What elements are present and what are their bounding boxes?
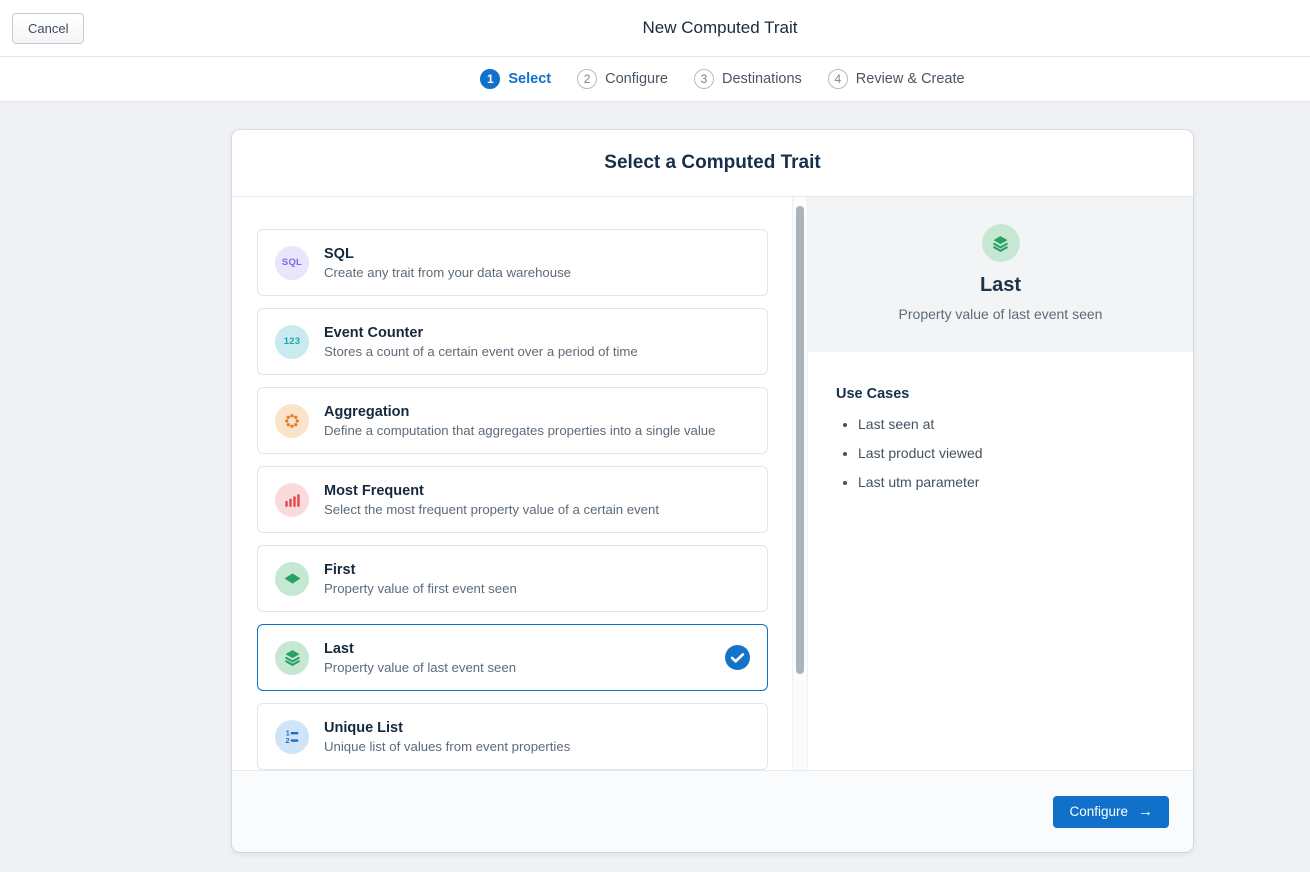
use-case-item: Last utm parameter bbox=[858, 474, 1165, 490]
configure-button[interactable]: Configure → bbox=[1053, 796, 1169, 828]
detail-title: Last bbox=[808, 274, 1193, 297]
trait-description: Select the most frequent property value … bbox=[324, 502, 659, 517]
trait-name: Most Frequent bbox=[324, 483, 659, 499]
trait-name: Aggregation bbox=[324, 404, 715, 420]
diamond-icon bbox=[275, 562, 309, 596]
step-number-badge: 2 bbox=[577, 69, 597, 89]
use-cases-title: Use Cases bbox=[836, 386, 1165, 402]
scrollbar-thumb[interactable] bbox=[796, 206, 804, 674]
cancel-button[interactable]: Cancel bbox=[12, 13, 84, 44]
sql-badge-icon: SQL bbox=[275, 246, 309, 280]
arrow-right-icon: → bbox=[1138, 804, 1153, 819]
trait-name: Event Counter bbox=[324, 325, 638, 341]
trait-name: SQL bbox=[324, 246, 571, 262]
trait-name: Unique List bbox=[324, 720, 570, 736]
step-label: Review & Create bbox=[856, 71, 965, 87]
step-number-badge: 1 bbox=[480, 69, 500, 89]
trait-item-most-frequent[interactable]: Most Frequent Select the most frequent p… bbox=[257, 466, 768, 533]
numbered-list-icon: 12 bbox=[275, 720, 309, 754]
use-cases-list: Last seen at Last product viewed Last utm … bbox=[836, 416, 1165, 490]
step-label: Destinations bbox=[722, 71, 802, 87]
detail-header: Last Property value of last event seen bbox=[808, 197, 1193, 352]
trait-description: Stores a count of a certain event over a… bbox=[324, 344, 638, 359]
page-title: New Computed Trait bbox=[0, 18, 1310, 38]
step-label: Configure bbox=[605, 71, 668, 87]
trait-item-sql[interactable]: SQL SQL Create any trait from your data … bbox=[257, 229, 768, 296]
step-review-create[interactable]: 4 Review & Create bbox=[828, 69, 965, 89]
layers-icon bbox=[275, 641, 309, 675]
layers-icon bbox=[982, 224, 1020, 262]
aggregation-diamond-dots-icon bbox=[275, 404, 309, 438]
step-number-badge: 4 bbox=[828, 69, 848, 89]
stepper-bar: 1 Select 2 Configure 3 Destinations 4 Re… bbox=[0, 57, 1310, 102]
step-number-badge: 3 bbox=[694, 69, 714, 89]
trait-item-aggregation[interactable]: Aggregation Define a computation that ag… bbox=[257, 387, 768, 454]
trait-list: SQL SQL Create any trait from your data … bbox=[232, 197, 792, 770]
trait-description: Define a computation that aggregates pro… bbox=[324, 423, 715, 438]
configure-button-label: Configure bbox=[1069, 804, 1128, 819]
trait-item-unique-list[interactable]: 12 Unique List Unique list of values fro… bbox=[257, 703, 768, 770]
trait-item-last[interactable]: Last Property value of last event seen bbox=[257, 624, 768, 691]
trait-item-event-counter[interactable]: 123 Event Counter Stores a count of a ce… bbox=[257, 308, 768, 375]
trait-description: Create any trait from your data warehous… bbox=[324, 265, 571, 280]
trait-description: Property value of last event seen bbox=[324, 660, 516, 675]
number-123-icon: 123 bbox=[275, 325, 309, 359]
trait-description: Property value of first event seen bbox=[324, 581, 517, 596]
card-body: SQL SQL Create any trait from your data … bbox=[232, 197, 1193, 770]
use-case-item: Last seen at bbox=[858, 416, 1165, 432]
main-content: Select a Computed Trait SQL SQL Create a… bbox=[0, 130, 1310, 852]
stepper: 1 Select 2 Configure 3 Destinations 4 Re… bbox=[467, 69, 977, 89]
scrollbar-track[interactable] bbox=[792, 197, 808, 770]
step-select[interactable]: 1 Select bbox=[480, 69, 551, 89]
card-header: Select a Computed Trait bbox=[232, 130, 1193, 197]
use-case-item: Last product viewed bbox=[858, 445, 1165, 461]
trait-item-first[interactable]: First Property value of first event seen bbox=[257, 545, 768, 612]
step-configure[interactable]: 2 Configure bbox=[577, 69, 668, 89]
detail-subtitle: Property value of last event seen bbox=[808, 306, 1193, 322]
step-destinations[interactable]: 3 Destinations bbox=[694, 69, 802, 89]
trait-detail-panel: Last Property value of last event seen U… bbox=[808, 197, 1193, 770]
topbar: Cancel New Computed Trait bbox=[0, 0, 1310, 57]
card-footer: Configure → bbox=[232, 770, 1193, 852]
card-title: Select a Computed Trait bbox=[604, 152, 820, 174]
use-cases-section: Use Cases Last seen at Last product viewe… bbox=[808, 352, 1193, 490]
svg-text:2: 2 bbox=[286, 736, 290, 745]
step-label: Select bbox=[508, 71, 551, 87]
trait-description: Unique list of values from event propert… bbox=[324, 739, 570, 754]
bar-chart-icon bbox=[275, 483, 309, 517]
trait-name: Last bbox=[324, 641, 516, 657]
trait-name: First bbox=[324, 562, 517, 578]
selected-check-icon bbox=[725, 645, 750, 670]
select-trait-card: Select a Computed Trait SQL SQL Create a… bbox=[232, 130, 1193, 852]
